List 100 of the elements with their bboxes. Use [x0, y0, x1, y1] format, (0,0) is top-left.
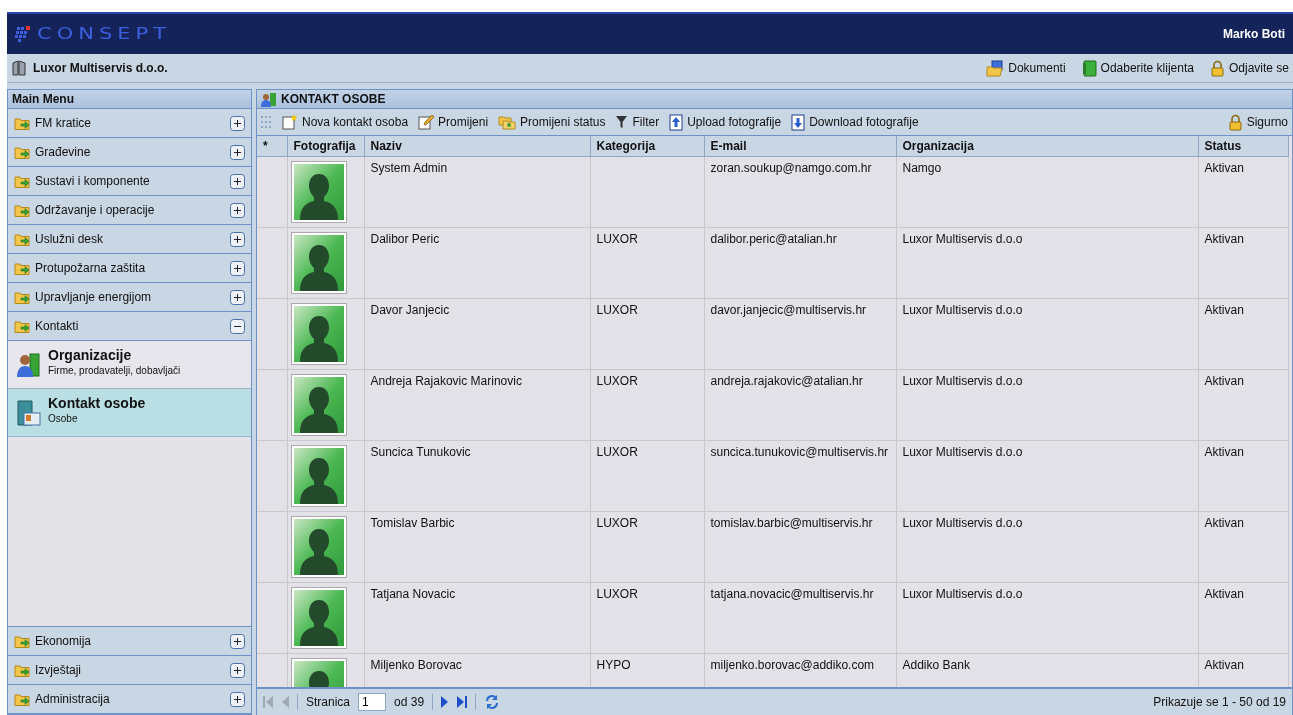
- company-name: Luxor Multiservis d.o.o.: [33, 61, 168, 75]
- folder-arrow-icon: [14, 318, 31, 334]
- panel-title: KONTAKT OSOBE: [281, 92, 386, 106]
- section-label: Sustavi i komponente: [35, 174, 150, 188]
- folder-arrow-icon: [14, 289, 31, 305]
- table-cell: LUXOR: [596, 374, 638, 388]
- expand-icon[interactable]: [230, 144, 245, 160]
- column-header[interactable]: Status: [1198, 136, 1288, 157]
- table-cell: LUXOR: [596, 516, 638, 530]
- table-cell: Tatjana Novacic: [370, 587, 456, 601]
- padlock-icon: [1209, 59, 1225, 77]
- expand-icon[interactable]: [230, 633, 245, 649]
- column-header[interactable]: Fotografija: [287, 136, 364, 157]
- section-label: Uslužni desk: [35, 232, 104, 246]
- user-name[interactable]: Marko Boti: [1223, 27, 1285, 41]
- toolbar-button[interactable]: Nova kontakt osoba: [281, 114, 409, 130]
- avatar-placeholder: [291, 517, 346, 577]
- table-cell: Aktivan: [1204, 374, 1244, 388]
- header-link[interactable]: Dokumenti: [1008, 61, 1066, 75]
- table-cell: Luxor Multiservis d.o.o: [902, 232, 1023, 246]
- table-cell: Luxor Multiservis d.o.o: [902, 445, 1023, 459]
- folder-arrow-icon: [14, 115, 31, 131]
- header-link[interactable]: Odaberite klijenta: [1100, 61, 1194, 75]
- expand-icon[interactable]: [230, 115, 245, 131]
- collapse-icon[interactable]: [230, 318, 245, 334]
- expand-icon[interactable]: [230, 691, 245, 707]
- table-cell: dalibor.peric@atalian.hr: [710, 232, 837, 246]
- column-header[interactable]: Kategorija: [590, 136, 704, 157]
- toolbar-button[interactable]: Promijeni status: [498, 114, 606, 130]
- table-cell: Luxor Multiservis d.o.o: [902, 374, 1023, 388]
- expand-icon[interactable]: [230, 662, 245, 678]
- toolbar-button[interactable]: Sigurno: [1227, 113, 1288, 131]
- expand-icon[interactable]: [230, 260, 245, 276]
- table-cell: andreja.rajakovic@atalian.hr: [710, 374, 863, 388]
- table-cell: Andreja Rajakovic Marinovic: [370, 374, 522, 388]
- toolbar-button[interactable]: Upload fotografije: [669, 113, 782, 131]
- building-icon: [11, 60, 27, 76]
- expand-icon[interactable]: [230, 173, 245, 189]
- table-cell: tomislav.barbic@multiservis.hr: [710, 516, 873, 530]
- folder-arrow-icon: [14, 173, 31, 189]
- people-icon: [16, 351, 42, 378]
- avatar-placeholder: [291, 233, 346, 293]
- toolbar-button[interactable]: Download fotografije: [791, 113, 919, 131]
- page-input[interactable]: 1: [358, 693, 387, 711]
- table-cell: zoran.soukup@namgo.com.hr: [710, 161, 872, 175]
- menu-item-title: Organizacije: [48, 347, 133, 363]
- folders-icon: [498, 114, 517, 130]
- table-cell: Namgo: [902, 161, 942, 175]
- padlock-icon: [1227, 113, 1243, 131]
- table-cell: LUXOR: [596, 445, 638, 459]
- table-cell: Suncica Tunukovic: [370, 445, 471, 459]
- menu-item-subtitle: Osobe: [48, 413, 79, 424]
- table-cell: Aktivan: [1204, 445, 1244, 459]
- folder-arrow-icon: [14, 633, 31, 649]
- table-cell: Aktivan: [1204, 587, 1244, 601]
- table-cell: Luxor Multiservis d.o.o: [902, 303, 1023, 317]
- grid-dots-icon: [261, 116, 271, 128]
- table-cell: Aktivan: [1204, 232, 1244, 246]
- expand-icon[interactable]: [230, 202, 245, 218]
- avatar-placeholder: [291, 162, 346, 222]
- table-cell: Tomislav Barbic: [370, 516, 455, 530]
- table-cell: LUXOR: [596, 587, 638, 601]
- column-header[interactable]: Naziv: [364, 136, 590, 157]
- new-document-icon: [281, 114, 298, 130]
- folder-arrow-icon: [14, 231, 31, 247]
- pagination-summary: Prikazuje se 1 - 50 od 19: [1153, 695, 1286, 709]
- section-label: Ekonomija: [35, 634, 92, 648]
- column-header[interactable]: Organizacija: [896, 136, 1198, 157]
- expand-icon[interactable]: [230, 231, 245, 247]
- edit-icon: [418, 114, 435, 130]
- menu-header: Main Menu: [8, 90, 251, 109]
- toolbar-button[interactable]: Filter: [615, 115, 660, 129]
- avatar-placeholder: [291, 446, 346, 506]
- people-icon: [261, 91, 277, 107]
- table-cell: Miljenko Borovac: [370, 658, 462, 672]
- folder-arrow-icon: [14, 260, 31, 276]
- book-icon: [1081, 59, 1097, 77]
- last-page-icon[interactable]: [457, 696, 468, 708]
- toolbar-button[interactable]: Promijeni: [418, 114, 489, 130]
- folder-documents-icon: [986, 59, 1005, 77]
- menu-item[interactable]: Kontakt osobe Osobe: [8, 389, 251, 437]
- table-cell: LUXOR: [596, 232, 638, 246]
- expand-icon[interactable]: [230, 289, 245, 305]
- avatar-placeholder: [291, 375, 346, 435]
- header-link[interactable]: Odjavite se: [1228, 61, 1289, 75]
- column-header[interactable]: E-mail: [704, 136, 896, 157]
- table-cell: HYPO: [596, 658, 631, 672]
- section-label: Upravljanje energijom: [35, 290, 152, 304]
- refresh-icon[interactable]: [484, 694, 501, 710]
- column-header[interactable]: *: [257, 136, 287, 157]
- section-label: Protupožarna zaštita: [35, 261, 146, 275]
- table-cell: Luxor Multiservis d.o.o: [902, 587, 1023, 601]
- table-cell: Dalibor Peric: [370, 232, 440, 246]
- folder-arrow-icon: [14, 202, 31, 218]
- menu-item[interactable]: Organizacije Firme, prodavatelji, dobavljači: [8, 341, 251, 389]
- menu-item-subtitle: Firme, prodavatelji, dobavljači: [48, 365, 181, 376]
- table-cell: davor.janjecic@multiservis.hr: [710, 303, 867, 317]
- section-label: Građevine: [35, 145, 91, 159]
- next-page-icon[interactable]: [441, 696, 450, 708]
- folder-arrow-icon: [14, 144, 31, 160]
